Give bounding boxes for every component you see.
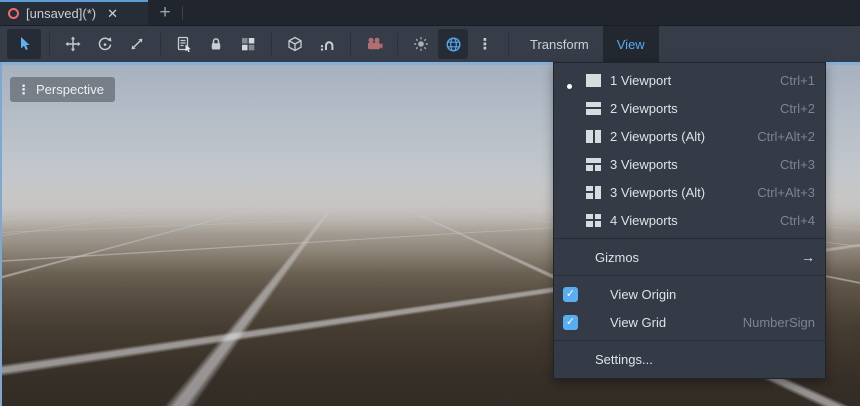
menu-item-3-viewports[interactable]: 3 Viewports Ctrl+3 xyxy=(554,150,825,178)
move-tool-button[interactable] xyxy=(58,29,88,59)
camera-preview-button[interactable] xyxy=(359,29,389,59)
scale-tool-button[interactable] xyxy=(122,29,152,59)
transform-menu-button[interactable]: Transform xyxy=(516,26,603,62)
submenu-arrow-icon: → xyxy=(801,249,815,265)
mesh-tool-button[interactable] xyxy=(280,29,310,59)
menu-item-label: 2 Viewports xyxy=(610,101,780,116)
menu-item-view-origin[interactable]: ✓ View Origin xyxy=(554,280,825,308)
new-scene-tab-button[interactable]: + xyxy=(148,0,182,25)
tabbar-divider xyxy=(182,6,183,20)
menu-item-3-viewports-alt[interactable]: 3 Viewports (Alt) Ctrl+Alt+3 xyxy=(554,178,825,206)
sun-icon xyxy=(413,36,429,52)
cube-icon xyxy=(287,36,303,52)
shortcut-label: Ctrl+Alt+3 xyxy=(757,185,815,200)
viewport-3-icon xyxy=(586,158,601,171)
spatial-toolbar: ⋮ Transform View xyxy=(0,26,860,62)
move-icon xyxy=(65,36,81,52)
toolbar-divider xyxy=(160,33,161,55)
vertical-ellipsis-icon: ⋮ xyxy=(478,37,493,52)
lock-icon xyxy=(208,36,224,52)
vertical-ellipsis-icon: ⋮ xyxy=(17,83,30,96)
shortcut-label: Ctrl+2 xyxy=(780,101,815,116)
toolbar-divider xyxy=(508,33,509,55)
viewport-2-alt-icon xyxy=(586,130,601,143)
toolbar-divider xyxy=(350,33,351,55)
toolbar-divider xyxy=(49,33,50,55)
environment-toggle-button[interactable] xyxy=(406,29,436,59)
menu-item-gizmos[interactable]: Gizmos → xyxy=(554,243,825,271)
checkbox-checked-icon[interactable]: ✓ xyxy=(563,287,578,302)
menu-divider xyxy=(554,340,825,341)
rotate-tool-button[interactable] xyxy=(90,29,120,59)
menu-divider xyxy=(554,275,825,276)
menu-item-label: 3 Viewports xyxy=(610,157,780,172)
menu-item-2-viewports[interactable]: 2 Viewports Ctrl+2 xyxy=(554,94,825,122)
menu-item-label: 4 Viewports xyxy=(610,213,780,228)
view-dropdown-menu: 1 Viewport Ctrl+1 2 Viewports Ctrl+2 2 V… xyxy=(553,62,826,379)
perspective-menu-button[interactable]: ⋮ Perspective xyxy=(10,77,115,102)
tab-title: [unsaved](*) xyxy=(26,6,96,21)
menu-divider xyxy=(554,238,825,239)
menu-item-view-grid[interactable]: ✓ View Grid NumberSign xyxy=(554,308,825,336)
menu-item-label: View Grid xyxy=(610,315,743,330)
shortcut-label: NumberSign xyxy=(743,315,815,330)
menu-item-2-viewports-alt[interactable]: 2 Viewports (Alt) Ctrl+Alt+2 xyxy=(554,122,825,150)
viewport-4-icon xyxy=(586,214,601,227)
shortcut-label: Ctrl+Alt+2 xyxy=(757,129,815,144)
projection-label: Perspective xyxy=(36,82,104,97)
scene-tab-unsaved[interactable]: [unsaved](*) ✕ xyxy=(0,0,148,25)
viewport-2-icon xyxy=(586,102,601,115)
shortcut-label: Ctrl+3 xyxy=(780,157,815,172)
world-toggle-button[interactable] xyxy=(438,29,468,59)
select-cursor-icon xyxy=(16,36,32,52)
scale-icon xyxy=(129,36,145,52)
toolbar-divider xyxy=(271,33,272,55)
close-tab-icon[interactable]: ✕ xyxy=(107,7,118,20)
menu-item-label: 2 Viewports (Alt) xyxy=(610,129,757,144)
shortcut-label: Ctrl+4 xyxy=(780,213,815,228)
list-select-icon xyxy=(176,36,193,53)
rotate-icon xyxy=(97,36,113,52)
select-tool-button[interactable] xyxy=(7,29,41,59)
view-menu-button[interactable]: View xyxy=(603,26,659,62)
globe-icon xyxy=(445,36,462,53)
lock-tool-button[interactable] xyxy=(201,29,231,59)
viewport-1-icon xyxy=(586,74,601,87)
menu-item-1-viewport[interactable]: 1 Viewport Ctrl+1 xyxy=(554,66,825,94)
viewport-left-border xyxy=(0,62,2,406)
group-tool-button[interactable] xyxy=(233,29,263,59)
menu-item-label: Settings... xyxy=(595,352,815,367)
menu-item-4-viewports[interactable]: 4 Viewports Ctrl+4 xyxy=(554,206,825,234)
toolbar-divider xyxy=(397,33,398,55)
godot-scene-icon xyxy=(8,8,19,19)
viewport-3-alt-icon xyxy=(586,186,601,199)
menu-item-label: Gizmos xyxy=(595,250,801,265)
menu-item-settings[interactable]: Settings... xyxy=(554,345,825,373)
checkbox-checked-icon[interactable]: ✓ xyxy=(563,315,578,330)
snap-magnet-icon xyxy=(319,36,335,52)
scene-tab-bar: [unsaved](*) ✕ + xyxy=(0,0,860,26)
shortcut-label: Ctrl+1 xyxy=(780,73,815,88)
group-icon xyxy=(240,36,256,52)
menu-item-label: 1 Viewport xyxy=(610,73,780,88)
menu-item-label: 3 Viewports (Alt) xyxy=(610,185,757,200)
more-options-button[interactable]: ⋮ xyxy=(470,29,500,59)
snap-tool-button[interactable] xyxy=(312,29,342,59)
menu-item-label: View Origin xyxy=(610,287,815,302)
list-select-tool-button[interactable] xyxy=(169,29,199,59)
camera-icon xyxy=(366,36,383,52)
